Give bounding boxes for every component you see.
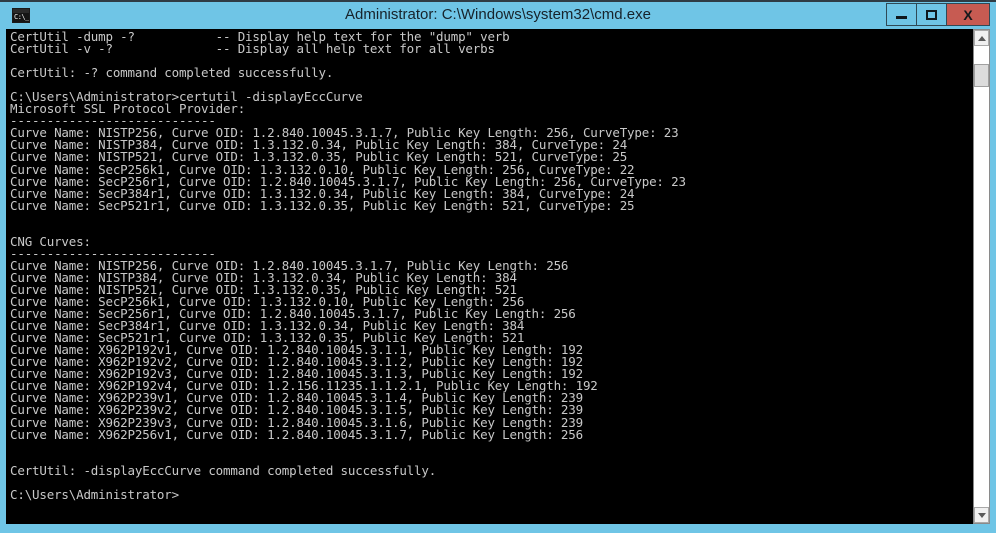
window-border-right — [990, 29, 996, 533]
window-border-bottom — [0, 524, 996, 533]
console-text: CertUtil -dump -? -- Display help text f… — [10, 29, 686, 502]
chevron-down-icon — [977, 512, 986, 518]
scrollbar-thumb[interactable] — [974, 63, 989, 87]
cmd-app-icon-prompt: C:\_ — [13, 13, 29, 22]
minimize-icon — [896, 16, 907, 19]
cmd-app-icon[interactable]: C:\_ — [12, 8, 30, 23]
maximize-button[interactable] — [916, 3, 947, 26]
title-bar[interactable]: C:\_ Administrator: C:\Windows\system32\… — [0, 0, 996, 29]
console-scrollbar[interactable] — [973, 29, 990, 524]
close-button[interactable]: X — [946, 3, 990, 26]
cmd-window: C:\_ Administrator: C:\Windows\system32\… — [0, 0, 996, 533]
window-title: Administrator: C:\Windows\system32\cmd.e… — [345, 6, 651, 23]
window-controls: X — [886, 3, 990, 26]
close-icon: X — [963, 6, 973, 23]
title-bar-top-accent — [0, 0, 996, 2]
chevron-up-icon — [977, 35, 986, 41]
scroll-up-button[interactable] — [974, 30, 989, 46]
scroll-down-button[interactable] — [974, 507, 989, 523]
console-output-area[interactable]: CertUtil -dump -? -- Display help text f… — [6, 29, 990, 524]
maximize-icon — [926, 9, 937, 20]
minimize-button[interactable] — [886, 3, 917, 26]
